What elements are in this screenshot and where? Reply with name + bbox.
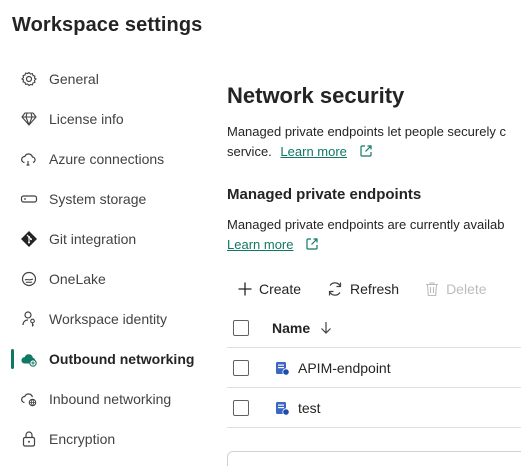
description-line-1: Managed private endpoints let people sec… <box>227 124 506 139</box>
create-button-label: Create <box>259 281 302 297</box>
lock-icon <box>20 430 38 448</box>
section-description-line-1: Managed private endpoints are currently … <box>227 217 505 232</box>
git-icon <box>20 230 38 248</box>
endpoint-name[interactable]: test <box>298 400 321 416</box>
nav-label-general: General <box>49 71 99 87</box>
nav-item-workspace-identity[interactable]: Workspace identity <box>0 299 215 339</box>
settings-nav: General License info Azure connections S… <box>0 59 215 459</box>
section-learn-more-link[interactable]: Learn more <box>227 237 293 252</box>
nav-label-azure-connections: Azure connections <box>49 151 165 167</box>
nav-label-license-info: License info <box>49 111 124 127</box>
nav-label-encryption: Encryption <box>49 431 116 447</box>
onelake-icon <box>20 270 38 288</box>
refresh-icon <box>328 282 342 296</box>
nav-item-encryption[interactable]: Encryption <box>0 419 215 459</box>
cloud-globe-icon <box>20 390 38 408</box>
table-row[interactable]: APIM-endpoint <box>227 348 521 388</box>
nav-item-outbound-networking[interactable]: Outbound networking <box>0 339 215 379</box>
page-heading: Network security <box>227 83 405 108</box>
table-header-row: Name <box>227 308 521 348</box>
diamond-icon <box>20 110 38 128</box>
private-endpoint-icon <box>274 400 290 416</box>
person-key-icon <box>20 310 38 328</box>
refresh-button[interactable]: Refresh <box>326 280 399 298</box>
section-heading: Managed private endpoints <box>227 186 422 203</box>
trash-icon <box>426 282 439 297</box>
main-panel: Network security Managed private endpoin… <box>227 0 521 466</box>
nav-item-general[interactable]: General <box>0 59 215 99</box>
learn-more-link[interactable]: Learn more <box>280 144 346 159</box>
refresh-button-label: Refresh <box>350 281 400 297</box>
description-line-2: service. <box>227 144 272 159</box>
page-title: Workspace settings <box>12 14 203 36</box>
nav-label-onelake: OneLake <box>49 271 106 287</box>
toolbar: Create Refresh Delete <box>237 280 512 298</box>
nav-item-system-storage[interactable]: System storage <box>0 179 215 219</box>
nav-item-git-integration[interactable]: Git integration <box>0 219 215 259</box>
nav-label-git-integration: Git integration <box>49 231 137 247</box>
nav-label-system-storage: System storage <box>49 191 147 207</box>
select-all-checkbox[interactable] <box>233 319 249 336</box>
description: Managed private endpoints let people sec… <box>227 122 521 164</box>
external-link-icon[interactable] <box>359 144 373 164</box>
section-description: Managed private endpoints are currently … <box>227 215 521 257</box>
sort-arrow-down-icon[interactable] <box>320 321 332 335</box>
create-button[interactable]: Create <box>237 281 301 297</box>
endpoints-table: Name APIM-endpoint test <box>227 308 521 428</box>
nav-label-inbound-networking: Inbound networking <box>49 391 172 407</box>
nav-label-outbound-networking: Outbound networking <box>49 351 195 367</box>
nav-item-azure-connections[interactable]: Azure connections <box>0 139 215 179</box>
nav-item-license-info[interactable]: License info <box>0 99 215 139</box>
endpoint-name[interactable]: APIM-endpoint <box>298 360 391 376</box>
gear-icon <box>20 70 38 88</box>
column-header-name[interactable]: Name <box>272 320 310 336</box>
cloud-network-icon <box>20 350 38 368</box>
private-endpoint-icon <box>274 360 290 376</box>
nav-item-onelake[interactable]: OneLake <box>0 259 215 299</box>
row-checkbox[interactable] <box>233 399 249 416</box>
delete-button[interactable]: Delete <box>424 281 487 297</box>
section-external-link-icon[interactable] <box>305 237 319 257</box>
row-checkbox[interactable] <box>233 359 249 376</box>
storage-icon <box>20 190 38 208</box>
table-row[interactable]: test <box>227 388 521 428</box>
nav-item-inbound-networking[interactable]: Inbound networking <box>0 379 215 419</box>
delete-button-label: Delete <box>446 281 487 297</box>
plus-icon <box>238 282 252 296</box>
bottom-card <box>227 451 521 466</box>
cloud-link-icon <box>20 150 38 168</box>
nav-label-workspace-identity: Workspace identity <box>49 311 168 327</box>
